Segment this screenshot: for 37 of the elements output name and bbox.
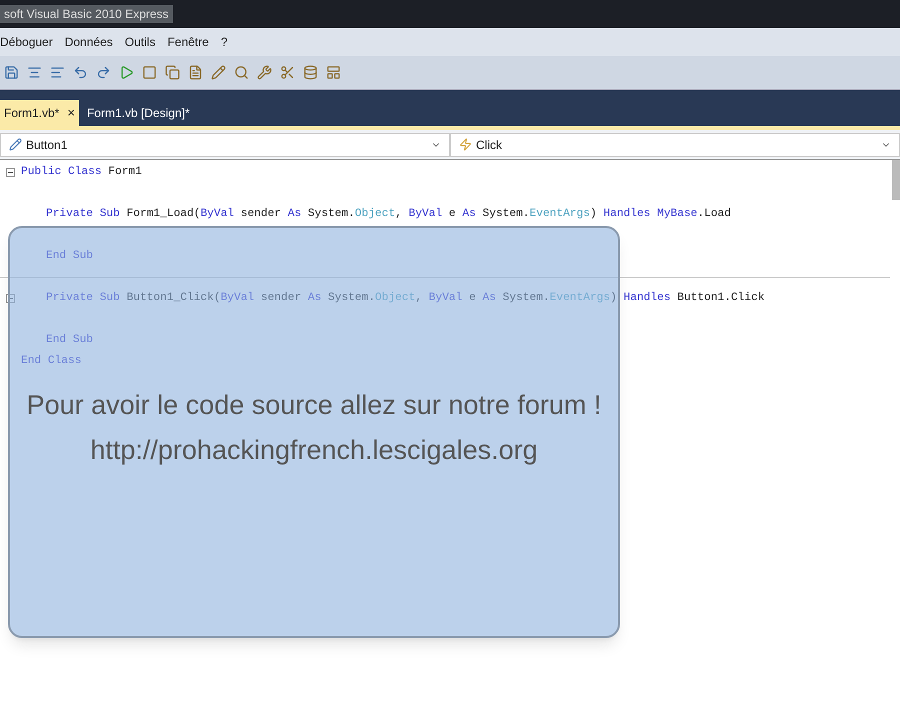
- play-icon[interactable]: [119, 65, 134, 80]
- code-line: Private Sub Button1_Click(ByVal sender As System.Object, ByVal e As System.EventArgs) Handles Button1.Click: [46, 290, 765, 306]
- save-icon[interactable]: [4, 65, 19, 80]
- pencil-icon[interactable]: [211, 65, 226, 80]
- database-icon[interactable]: [303, 65, 318, 80]
- document-icon[interactable]: [188, 65, 203, 80]
- menu-item[interactable]: Fenêtre: [167, 33, 209, 51]
- overlay-text: http://prohackingfrench.lescigales.org: [90, 434, 538, 467]
- redo-icon[interactable]: [96, 65, 111, 80]
- object-icon: [9, 138, 22, 151]
- overlay-text: Pour avoir le code source allez sur notre forum !: [26, 389, 602, 422]
- code-line: End Sub: [46, 332, 93, 348]
- code-selector[interactable]: Click: [450, 132, 900, 156]
- stop-icon[interactable]: [142, 65, 157, 80]
- scissors-icon[interactable]: [280, 65, 295, 80]
- lightning-icon: [459, 138, 472, 151]
- menu-item[interactable]: Données: [64, 33, 113, 51]
- code-line: Public Class Form1: [21, 164, 142, 180]
- menu-item[interactable]: Outils: [124, 33, 156, 51]
- undo-icon[interactable]: [73, 65, 88, 80]
- window-icon[interactable]: [326, 65, 341, 80]
- copy-icon[interactable]: [165, 65, 180, 80]
- editor-tab[interactable]: Form1.vb* ×: [0, 100, 79, 126]
- code-line: End Sub: [46, 248, 93, 264]
- fold-icon[interactable]: [6, 168, 14, 177]
- menu-item[interactable]: Déboguer: [0, 33, 53, 51]
- search-icon[interactable]: [234, 65, 249, 80]
- wrench-icon[interactable]: [257, 65, 272, 80]
- code-line: End Class: [21, 354, 82, 370]
- close-icon[interactable]: ×: [67, 103, 75, 123]
- code-selector[interactable]: Button1: [0, 132, 450, 156]
- code-line: Private Sub Form1_Load(ByVal sender As System.Object, ByVal e As System.EventArgs) Handles MyBase.Load: [46, 206, 731, 222]
- menu-item[interactable]: ?: [220, 33, 228, 51]
- scrollbar[interactable]: [892, 160, 900, 200]
- window-title: soft Visual Basic 2010 Express: [0, 5, 173, 23]
- fold-icon[interactable]: [6, 294, 14, 303]
- editor-tab[interactable]: Form1.vb [Design]*: [78, 100, 198, 126]
